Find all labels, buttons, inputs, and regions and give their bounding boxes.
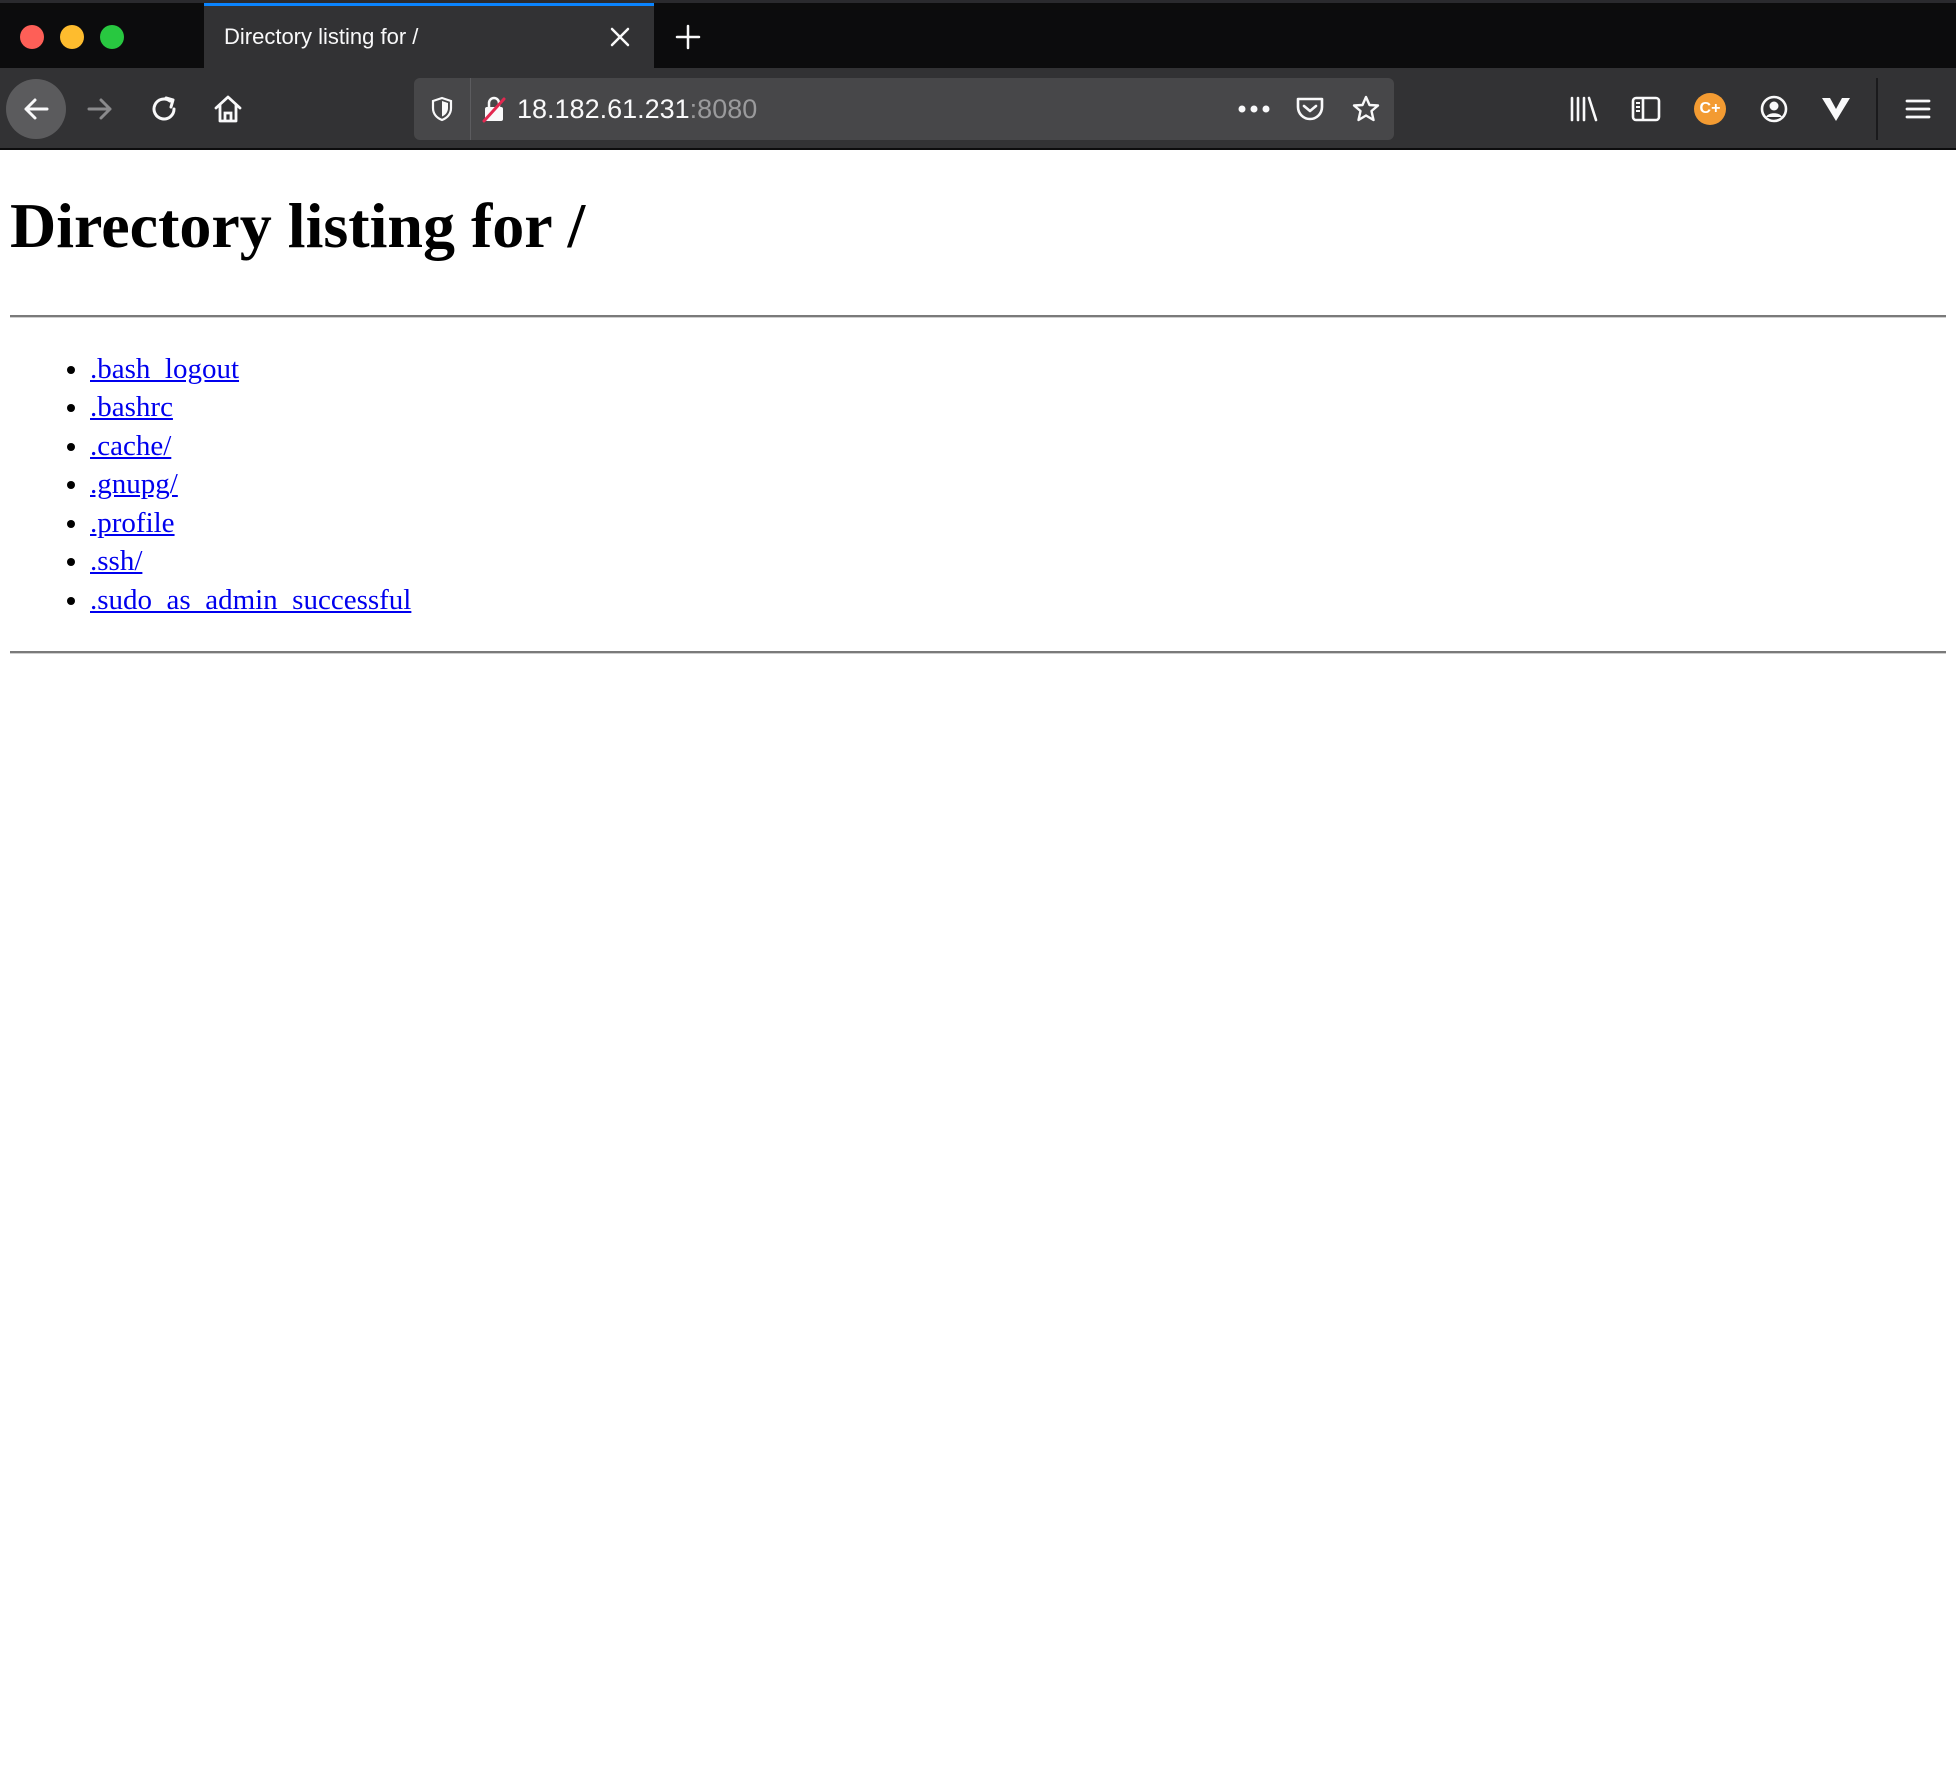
file-link-bash-logout[interactable]: .bash_logout <box>90 353 239 385</box>
toolbar-separator <box>1876 78 1878 140</box>
home-icon[interactable] <box>200 81 256 137</box>
window-controls <box>20 25 124 49</box>
window-close-button[interactable] <box>20 25 44 49</box>
account-icon[interactable] <box>1746 81 1802 137</box>
list-item: .bash_logout <box>90 350 1946 389</box>
page-heading: Directory listing for / <box>10 190 586 261</box>
window-minimize-button[interactable] <box>60 25 84 49</box>
extension-icon[interactable]: C+ <box>1682 81 1738 137</box>
folder-link-ssh[interactable]: .ssh/ <box>90 545 142 577</box>
url-bar[interactable]: 18.182.61.231:8080 <box>414 78 1394 140</box>
bookmark-star-icon[interactable] <box>1338 78 1394 140</box>
tab-title: Directory listing for / <box>224 24 419 49</box>
file-link-profile[interactable]: .profile <box>90 507 175 539</box>
insecure-lock-icon[interactable] <box>471 78 517 140</box>
tab-close-icon[interactable] <box>602 19 638 55</box>
list-item: .profile <box>90 504 1946 543</box>
list-item: .cache/ <box>90 427 1946 466</box>
window-maximize-button[interactable] <box>100 25 124 49</box>
tab-strip: Directory listing for / <box>0 0 1956 68</box>
folder-link-cache[interactable]: .cache/ <box>90 430 171 462</box>
reload-icon[interactable] <box>136 81 192 137</box>
folder-link-gnupg[interactable]: .gnupg/ <box>90 468 178 500</box>
tracking-shield-icon[interactable] <box>414 78 471 140</box>
vee-extension-icon[interactable] <box>1808 81 1864 137</box>
directory-list: .bash_logout .bashrc .cache/ .gnupg/ .pr… <box>10 350 1946 620</box>
list-item: .ssh/ <box>90 542 1946 581</box>
bottom-divider <box>10 651 1946 655</box>
list-item: .gnupg/ <box>90 465 1946 504</box>
hamburger-menu-icon[interactable] <box>1890 81 1946 137</box>
file-link-bashrc[interactable]: .bashrc <box>90 391 173 423</box>
list-item: .sudo_as_admin_successful <box>90 581 1946 620</box>
new-tab-icon[interactable] <box>668 17 708 57</box>
url-host: 18.182.61.231 <box>517 93 690 124</box>
navigation-toolbar: 18.182.61.231:8080 C+ <box>0 68 1956 150</box>
file-link-sudo-as-admin-successful[interactable]: .sudo_as_admin_successful <box>90 584 411 616</box>
list-item: .bashrc <box>90 388 1946 427</box>
page-content: Directory listing for / .bash_logout .ba… <box>0 188 1956 655</box>
page-actions-icon[interactable] <box>1226 78 1282 140</box>
back-arrow-icon[interactable] <box>6 79 66 139</box>
url-port: :8080 <box>689 93 758 124</box>
tab-active[interactable]: Directory listing for / <box>204 3 654 68</box>
top-divider <box>10 314 1946 318</box>
forward-arrow-icon[interactable] <box>72 81 128 137</box>
library-icon[interactable] <box>1556 81 1612 137</box>
pocket-icon[interactable] <box>1282 78 1338 140</box>
extension-badge: C+ <box>1694 93 1726 125</box>
url-text[interactable]: 18.182.61.231:8080 <box>517 94 1226 125</box>
sidebar-toggle-icon[interactable] <box>1618 81 1674 137</box>
